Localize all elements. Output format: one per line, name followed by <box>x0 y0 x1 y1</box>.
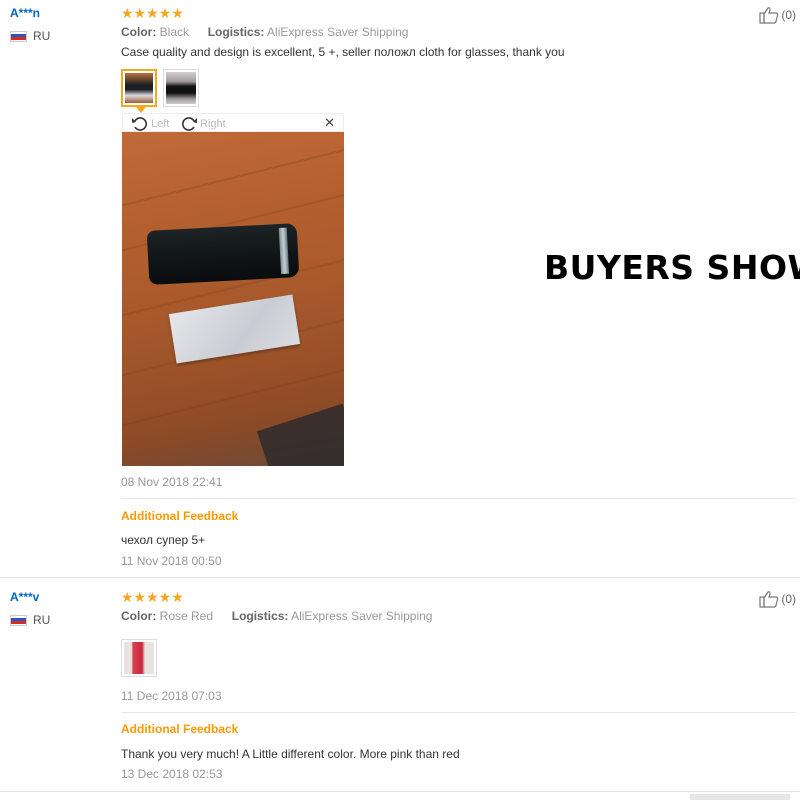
country-code: RU <box>33 613 51 627</box>
reviewer-name[interactable]: A***n <box>10 6 40 20</box>
additional-feedback-date: 11 Nov 2018 00:50 <box>121 554 222 568</box>
review-date: 08 Nov 2018 22:41 <box>121 475 223 489</box>
glasses-case <box>146 223 300 285</box>
buyers-show-headline: BUYERS SHOW <box>544 248 800 287</box>
review-separator <box>0 577 800 578</box>
order-meta: Color: Rose Red Logistics: AliExpress Sa… <box>121 609 432 623</box>
reviewer-country: RU <box>10 613 50 627</box>
star-rating: ★★★★★ <box>121 589 184 605</box>
like-button[interactable]: (0) <box>759 590 796 608</box>
russia-flag-icon <box>10 614 27 626</box>
logistics-label: Logistics: <box>207 25 265 39</box>
cleaning-cloth <box>168 294 301 364</box>
photo-viewer-toolbar: Left Right ✕ <box>122 113 344 132</box>
additional-feedback-title: Additional Feedback <box>121 722 239 736</box>
country-code: RU <box>33 29 51 43</box>
logistics-label: Logistics: <box>231 609 289 623</box>
like-count: (0) <box>781 8 796 22</box>
russia-flag-icon <box>10 30 27 42</box>
additional-feedback-text: чехол супер 5+ <box>121 533 206 547</box>
rotate-left-button[interactable]: Left <box>131 115 169 132</box>
review-photo-large <box>122 132 344 466</box>
rotate-right-icon <box>182 117 197 131</box>
reviewer-name[interactable]: A***v <box>10 590 39 604</box>
color-label: Color: <box>121 609 157 623</box>
review-photo-thumb[interactable] <box>121 639 157 677</box>
review-photo-thumb[interactable] <box>121 69 157 107</box>
divider <box>121 712 796 713</box>
star-rating: ★★★★★ <box>121 5 184 21</box>
review-separator <box>0 791 800 792</box>
rotate-left-icon <box>132 117 147 131</box>
like-button[interactable]: (0) <box>759 6 796 24</box>
review-photo-thumb[interactable] <box>163 69 199 107</box>
additional-feedback-date: 13 Dec 2018 02:53 <box>121 767 223 781</box>
order-meta: Color: Black Logistics: AliExpress Saver… <box>121 25 408 39</box>
thumbs-up-icon <box>759 591 779 608</box>
additional-feedback-text: Thank you very much! A Little different … <box>121 747 460 761</box>
color-value: Rose Red <box>159 609 214 623</box>
rotate-right-label: Right <box>200 117 226 130</box>
review-comment: Case quality and design is excellent, 5 … <box>121 45 565 59</box>
thumbs-up-icon <box>759 7 779 24</box>
rotate-right-button[interactable]: Right <box>180 115 226 132</box>
logistics-value: AliExpress Saver Shipping <box>267 25 409 39</box>
divider <box>121 498 796 499</box>
rotate-left-label: Left <box>151 117 170 130</box>
logistics-value: AliExpress Saver Shipping <box>291 609 433 623</box>
scroll-hint <box>690 794 790 800</box>
additional-feedback-title: Additional Feedback <box>121 509 239 523</box>
like-count: (0) <box>781 592 796 606</box>
color-label: Color: <box>121 25 157 39</box>
color-value: Black <box>159 25 190 39</box>
review-date: 11 Dec 2018 07:03 <box>121 689 222 703</box>
reviewer-country: RU <box>10 29 50 43</box>
close-icon[interactable]: ✕ <box>324 115 335 131</box>
